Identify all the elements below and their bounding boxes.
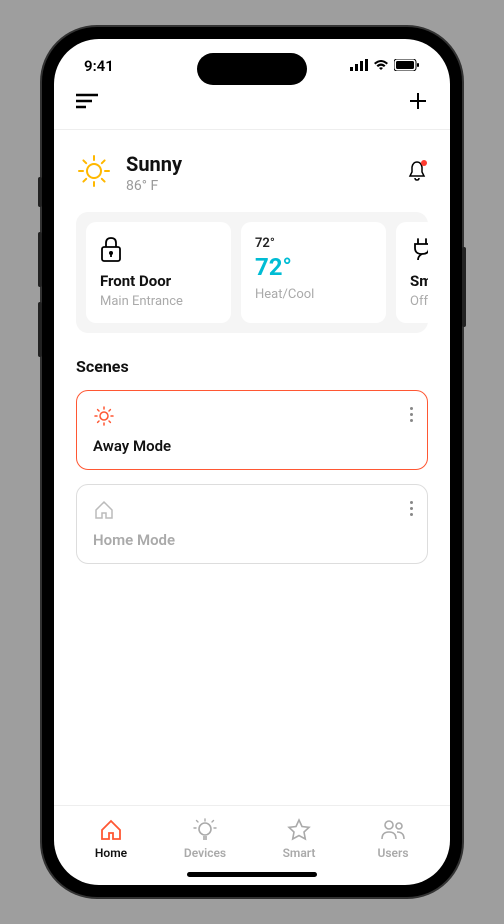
tab-label: Smart: [283, 846, 316, 860]
add-icon[interactable]: [408, 91, 428, 115]
weather-condition: Sunny: [126, 152, 182, 176]
home-icon: [99, 818, 123, 842]
tab-home[interactable]: Home: [64, 818, 158, 860]
more-icon[interactable]: [410, 407, 413, 422]
tab-label: Devices: [184, 846, 226, 860]
scenes-heading: Scenes: [76, 357, 428, 376]
card-title: Smart Plug: [410, 272, 428, 290]
scene-home-mode[interactable]: Home Mode: [76, 484, 428, 564]
card-title: Front Door: [100, 272, 217, 290]
battery-icon: [394, 57, 420, 75]
phone-frame: 9:41: [42, 27, 462, 897]
tab-label: Users: [378, 846, 409, 860]
notification-dot: [421, 160, 427, 166]
card-subtitle: Main Entrance: [100, 294, 217, 309]
notch: [197, 53, 307, 85]
scene-away-mode[interactable]: Away Mode: [76, 390, 428, 470]
signal-icon: [350, 57, 368, 75]
users-icon: [380, 818, 406, 842]
menu-icon[interactable]: [76, 93, 98, 113]
tab-smart[interactable]: Smart: [252, 818, 346, 860]
device-card-thermostat[interactable]: 72° 72° Heat/Cool: [241, 222, 386, 323]
tab-label: Home: [95, 846, 127, 860]
sun-icon: [76, 153, 112, 193]
tab-bar: Home Devices Smart Users: [54, 805, 450, 868]
status-time: 9:41: [84, 57, 114, 75]
wifi-icon: [373, 57, 389, 75]
thermostat-big: 72°: [255, 253, 372, 281]
device-card-lock[interactable]: Front Door Main Entrance: [86, 222, 231, 323]
screen: 9:41: [54, 39, 450, 885]
bulb-icon: [193, 818, 217, 842]
card-subtitle: Off: [410, 294, 428, 309]
home-indicator[interactable]: [187, 872, 317, 877]
home-icon: [93, 499, 411, 521]
tab-users[interactable]: Users: [346, 818, 440, 860]
star-icon: [287, 818, 311, 842]
more-icon[interactable]: [410, 501, 413, 516]
card-subtitle: Heat/Cool: [255, 287, 372, 302]
notifications-button[interactable]: [406, 160, 428, 186]
weather-row: Sunny 86° F: [76, 130, 428, 212]
thermostat-small: 72°: [255, 236, 372, 251]
content: Sunny 86° F Front Door Main Entrance: [54, 130, 450, 805]
lock-icon: [100, 236, 217, 264]
weather-temp: 86° F: [126, 178, 182, 194]
tab-devices[interactable]: Devices: [158, 818, 252, 860]
device-cards[interactable]: Front Door Main Entrance 72° 72° Heat/Co…: [76, 212, 428, 333]
plug-icon: [410, 236, 428, 264]
scene-label: Away Mode: [93, 437, 411, 455]
scene-label: Home Mode: [93, 531, 411, 549]
sun-icon: [93, 405, 411, 427]
weather-text: Sunny 86° F: [126, 152, 182, 194]
device-card-plug[interactable]: Smart Plug Off: [396, 222, 428, 323]
top-bar: [54, 83, 450, 130]
